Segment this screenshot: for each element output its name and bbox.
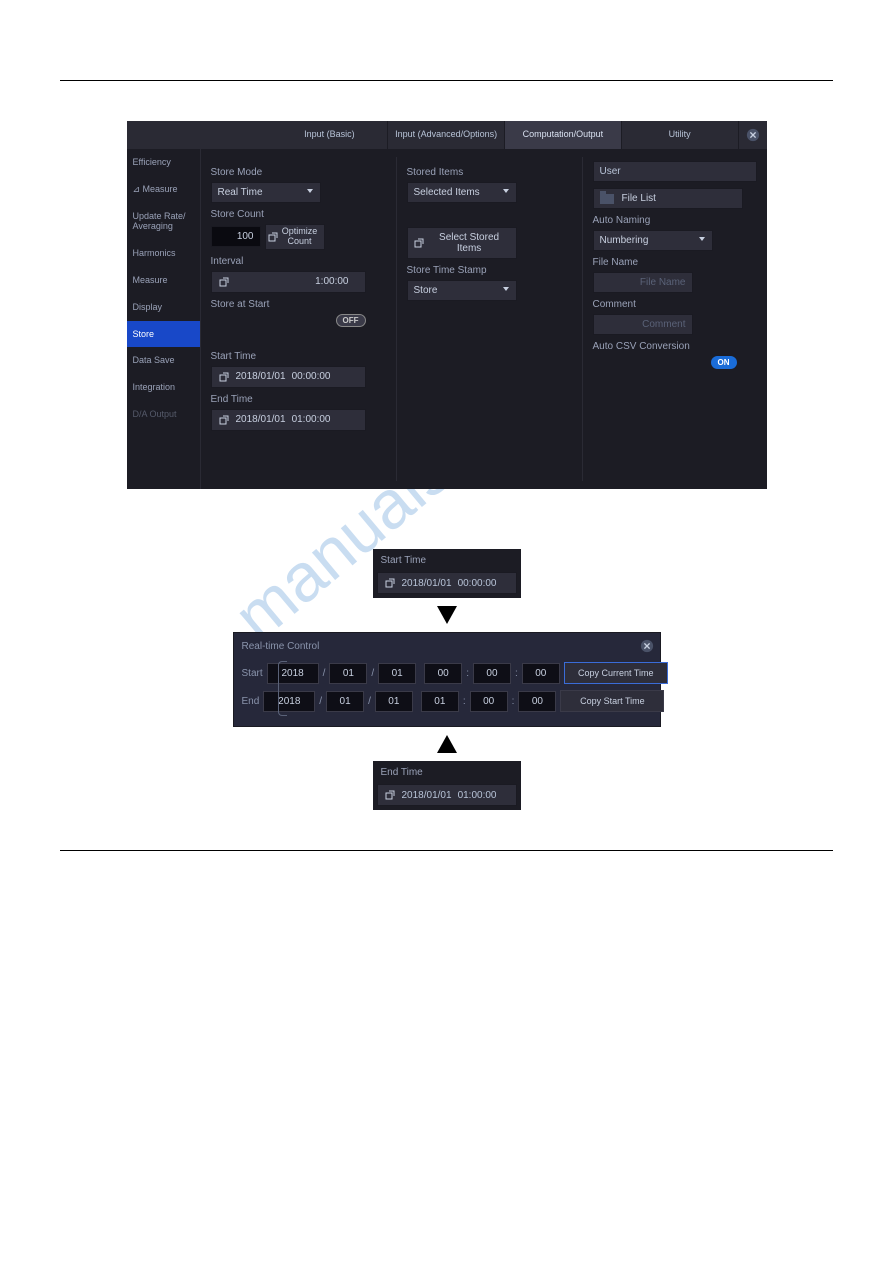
label-file-name: File Name bbox=[593, 257, 757, 268]
interval-field[interactable]: 1:00:00 bbox=[211, 271, 366, 293]
file-list-button[interactable]: File List bbox=[593, 188, 743, 209]
label-end-time: End Time bbox=[211, 394, 386, 405]
chevron-down-icon bbox=[698, 235, 706, 246]
rtc-start-row: Start 2018/ 01/ 01 00: 00: 00 Copy Curre… bbox=[242, 662, 652, 684]
start-time-mini-field[interactable]: 2018/01/01 00:00:00 bbox=[377, 572, 517, 594]
config-panel: Input (Basic) Input (Advanced/Options) C… bbox=[127, 121, 767, 489]
label-interval: Interval bbox=[211, 256, 386, 267]
popout-icon bbox=[384, 577, 396, 589]
start-sec[interactable]: 00 bbox=[522, 663, 560, 684]
end-day[interactable]: 01 bbox=[375, 691, 413, 712]
start-day[interactable]: 01 bbox=[378, 663, 416, 684]
tab-input-adv[interactable]: Input (Advanced/Options) bbox=[388, 121, 505, 149]
popout-icon bbox=[218, 414, 230, 426]
end-hour[interactable]: 01 bbox=[421, 691, 459, 712]
label-comment: Comment bbox=[593, 299, 757, 310]
panel-col2: Stored Items Selected Items Select Store… bbox=[397, 157, 583, 481]
panel-col3: User File List Auto Naming Numbering Fil… bbox=[583, 157, 767, 481]
arrow-down-icon bbox=[437, 606, 457, 624]
popout-icon bbox=[218, 276, 230, 288]
label-start-time-mini: Start Time bbox=[377, 553, 517, 572]
chevron-down-icon bbox=[502, 187, 510, 198]
popout-icon bbox=[218, 371, 230, 383]
optimize-count-button[interactable]: Optimize Count bbox=[265, 224, 325, 250]
side-integration[interactable]: Integration bbox=[127, 374, 200, 401]
label-start-time: Start Time bbox=[211, 351, 386, 362]
copy-start-time-button[interactable]: Copy Start Time bbox=[560, 690, 664, 712]
start-month[interactable]: 01 bbox=[329, 663, 367, 684]
dropdown-stored-items[interactable]: Selected Items bbox=[407, 182, 517, 203]
panel-col1: Store Mode Real Time Store Count 100 Opt… bbox=[201, 157, 397, 481]
input-store-count[interactable]: 100 bbox=[211, 226, 261, 247]
dropdown-auto-naming[interactable]: Numbering bbox=[593, 230, 713, 251]
side-da-output[interactable]: D/A Output bbox=[127, 401, 200, 428]
arrow-up-icon bbox=[437, 735, 457, 753]
label-store-at-start: Store at Start bbox=[211, 299, 386, 310]
side-update-rate[interactable]: Update Rate/ Averaging bbox=[127, 203, 200, 241]
side-store[interactable]: Store bbox=[127, 321, 200, 348]
side-display[interactable]: Display bbox=[127, 294, 200, 321]
chevron-down-icon bbox=[502, 285, 510, 296]
label-stored-items: Stored Items bbox=[407, 167, 572, 178]
label-auto-csv: Auto CSV Conversion bbox=[593, 341, 757, 352]
end-year[interactable]: 2018 bbox=[263, 691, 315, 712]
tab-utility[interactable]: Utility bbox=[622, 121, 739, 149]
tab-input-basic[interactable]: Input (Basic) bbox=[272, 121, 389, 149]
end-month[interactable]: 01 bbox=[326, 691, 364, 712]
folder-icon bbox=[600, 194, 614, 204]
realtime-illustration: Start Time 2018/01/01 00:00:00 Real-time… bbox=[60, 549, 833, 810]
toggle-store-at-start[interactable]: OFF bbox=[336, 314, 366, 327]
start-min[interactable]: 00 bbox=[473, 663, 511, 684]
label-store-count: Store Count bbox=[211, 209, 386, 220]
tab-computation[interactable]: Computation/Output bbox=[505, 121, 622, 149]
close-icon[interactable] bbox=[640, 639, 654, 656]
comment-field[interactable]: Comment bbox=[593, 314, 693, 335]
divider-top bbox=[60, 80, 833, 81]
start-time-mini: Start Time 2018/01/01 00:00:00 bbox=[373, 549, 521, 598]
close-icon[interactable] bbox=[739, 121, 767, 149]
dialog-title: Real-time Control bbox=[242, 641, 652, 652]
side-efficiency[interactable]: Efficiency bbox=[127, 149, 200, 176]
end-min[interactable]: 00 bbox=[470, 691, 508, 712]
chevron-down-icon bbox=[306, 187, 314, 198]
file-name-field[interactable]: File Name bbox=[593, 272, 693, 293]
end-time-field[interactable]: 2018/01/01 01:00:00 bbox=[211, 409, 366, 431]
popout-icon bbox=[414, 237, 425, 249]
tabs-row: Input (Basic) Input (Advanced/Options) C… bbox=[127, 121, 767, 149]
popout-icon bbox=[268, 231, 278, 243]
dropdown-store-mode[interactable]: Real Time bbox=[211, 182, 321, 203]
dropdown-time-stamp[interactable]: Store bbox=[407, 280, 517, 301]
divider-bottom bbox=[60, 850, 833, 851]
row-bracket bbox=[278, 661, 287, 716]
copy-current-time-button[interactable]: Copy Current Time bbox=[564, 662, 668, 684]
select-stored-items-button[interactable]: Select Stored Items bbox=[407, 227, 517, 259]
rtc-end-row: End 2018/ 01/ 01 01: 00: 00 Copy Start T… bbox=[242, 690, 652, 712]
user-label-box: User bbox=[593, 161, 757, 182]
side-harmonics[interactable]: Harmonics bbox=[127, 240, 200, 267]
start-hour[interactable]: 00 bbox=[424, 663, 462, 684]
label-time-stamp: Store Time Stamp bbox=[407, 265, 572, 276]
start-time-field[interactable]: 2018/01/01 00:00:00 bbox=[211, 366, 366, 388]
label-store-mode: Store Mode bbox=[211, 167, 386, 178]
rtc-end-label: End bbox=[242, 696, 260, 707]
label-end-time-mini: End Time bbox=[377, 765, 517, 784]
toggle-auto-csv[interactable]: ON bbox=[711, 356, 737, 369]
sidebar: Efficiency ⊿ Measure Update Rate/ Averag… bbox=[127, 149, 201, 489]
end-time-mini-field[interactable]: 2018/01/01 01:00:00 bbox=[377, 784, 517, 806]
end-sec[interactable]: 00 bbox=[518, 691, 556, 712]
side-data-save[interactable]: Data Save bbox=[127, 347, 200, 374]
rtc-start-label: Start bbox=[242, 668, 263, 679]
end-time-mini: End Time 2018/01/01 01:00:00 bbox=[373, 761, 521, 810]
popout-icon bbox=[384, 789, 396, 801]
realtime-control-dialog: Real-time Control Start 2018/ 01/ 01 00:… bbox=[233, 632, 661, 727]
side-measure-delta[interactable]: ⊿ Measure bbox=[127, 176, 200, 203]
side-measure[interactable]: Measure bbox=[127, 267, 200, 294]
label-auto-naming: Auto Naming bbox=[593, 215, 757, 226]
start-year[interactable]: 2018 bbox=[267, 663, 319, 684]
